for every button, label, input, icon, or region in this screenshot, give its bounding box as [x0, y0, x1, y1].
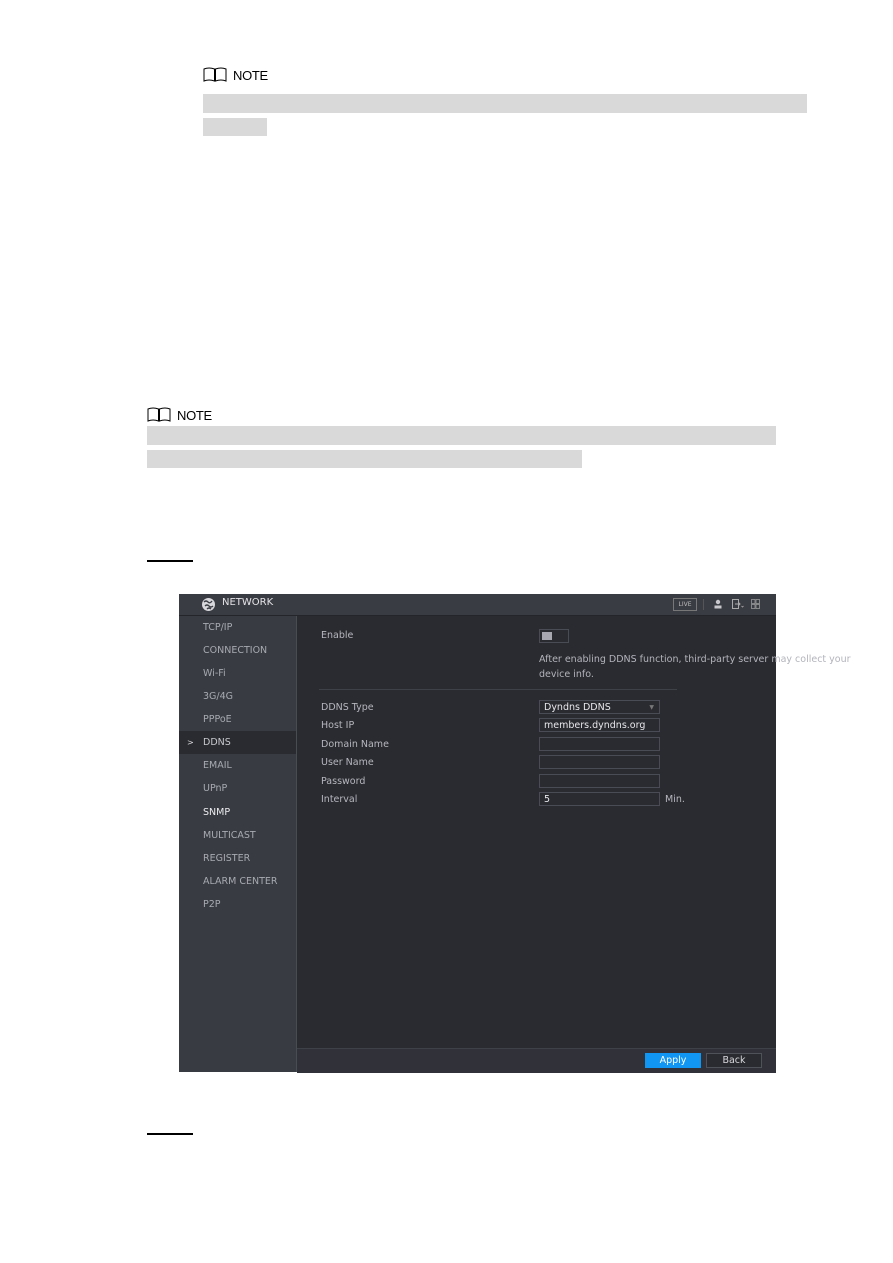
privacy-hint: After enabling DDNS function, third-part…: [539, 654, 851, 680]
user-name-input[interactable]: [539, 755, 660, 769]
domain-name-input[interactable]: [539, 737, 660, 751]
host-ip-input[interactable]: members.dyndns.org: [539, 718, 660, 732]
note-header-1: NOTE: [203, 67, 268, 83]
user-icon[interactable]: [714, 599, 722, 609]
book-icon: [147, 407, 171, 422]
host-ip-label: Host IP: [321, 720, 355, 731]
toolbar-divider: [703, 599, 704, 610]
redacted-text-line: [147, 450, 582, 468]
ddns-type-select[interactable]: Dyndns DDNS ▼: [539, 700, 660, 714]
live-button[interactable]: LIVE: [673, 598, 697, 611]
enable-label: Enable: [321, 630, 354, 641]
sidebar-item-label: Wi-Fi: [203, 668, 226, 679]
network-settings-window: NETWORK LIVE TCP/IP CONNECTION Wi-Fi 3G/…: [179, 594, 851, 1073]
enable-toggle[interactable]: [539, 629, 569, 643]
password-input[interactable]: [539, 774, 660, 788]
interval-input[interactable]: 5: [539, 792, 660, 806]
sidebar-item-3g4g[interactable]: 3G/4G: [179, 685, 296, 708]
toggle-knob: [542, 632, 552, 640]
step-marker: [147, 560, 193, 562]
sidebar: TCP/IP CONNECTION Wi-Fi 3G/4G PPPoE > DD…: [179, 616, 297, 1072]
sidebar-item-label: DDNS: [203, 737, 231, 748]
sidebar-item-label: CONNECTION: [203, 645, 268, 656]
note-header-2: NOTE: [147, 407, 212, 423]
sidebar-item-alarm-center[interactable]: ALARM CENTER: [179, 870, 296, 893]
network-globe-icon: [202, 598, 215, 611]
redacted-text-line: [147, 426, 776, 445]
redacted-text-line: [203, 94, 807, 113]
ddns-type-value: Dyndns DDNS: [544, 702, 611, 713]
sidebar-item-connection[interactable]: CONNECTION: [179, 639, 296, 662]
book-icon: [203, 67, 227, 82]
ddns-settings-panel: Enable After enabling DDNS function, thi…: [297, 616, 851, 1048]
sidebar-item-label: REGISTER: [203, 853, 251, 864]
password-label: Password: [321, 776, 366, 787]
domain-name-label: Domain Name: [321, 739, 389, 750]
sidebar-item-label: 3G/4G: [203, 691, 234, 702]
sidebar-item-label: ALARM CENTER: [203, 876, 278, 887]
apply-button[interactable]: Apply: [645, 1053, 701, 1068]
note-label: NOTE: [177, 407, 212, 423]
sidebar-item-label: P2P: [203, 899, 221, 910]
sidebar-item-label: SNMP: [203, 807, 231, 818]
sidebar-item-label: EMAIL: [203, 760, 232, 771]
back-button[interactable]: Back: [706, 1053, 762, 1068]
sidebar-item-snmp[interactable]: SNMP: [179, 801, 296, 824]
sidebar-item-pppoe[interactable]: PPPoE: [179, 708, 296, 731]
grid-icon[interactable]: [751, 599, 760, 609]
section-divider: [319, 689, 677, 690]
note-label: NOTE: [233, 67, 268, 83]
interval-label: Interval: [321, 794, 358, 805]
ddns-type-label: DDNS Type: [321, 702, 374, 713]
sidebar-item-label: UPnP: [203, 783, 228, 794]
sidebar-item-register[interactable]: REGISTER: [179, 847, 296, 870]
footer-bar: Apply Back: [297, 1048, 776, 1073]
sidebar-item-label: MULTICAST: [203, 830, 256, 841]
redacted-text-line: [203, 118, 267, 136]
sidebar-item-p2p[interactable]: P2P: [179, 893, 296, 916]
sidebar-item-upnp[interactable]: UPnP: [179, 777, 296, 800]
sidebar-item-email[interactable]: EMAIL: [179, 754, 296, 777]
window-title: NETWORK: [222, 597, 274, 608]
sidebar-item-label: TCP/IP: [203, 622, 233, 633]
sidebar-item-wifi[interactable]: Wi-Fi: [179, 662, 296, 685]
step-marker: [147, 1133, 193, 1135]
chevron-right-icon: >: [187, 738, 194, 747]
title-bar: NETWORK LIVE: [179, 594, 776, 616]
sidebar-item-tcpip[interactable]: TCP/IP: [179, 616, 296, 639]
sidebar-item-ddns[interactable]: > DDNS: [179, 731, 296, 754]
sidebar-item-label: PPPoE: [203, 714, 232, 725]
interval-unit: Min.: [665, 794, 685, 805]
dropdown-arrow-icon: ▼: [649, 704, 654, 711]
sidebar-item-multicast[interactable]: MULTICAST: [179, 824, 296, 847]
user-name-label: User Name: [321, 757, 374, 768]
logout-icon[interactable]: [732, 599, 744, 609]
